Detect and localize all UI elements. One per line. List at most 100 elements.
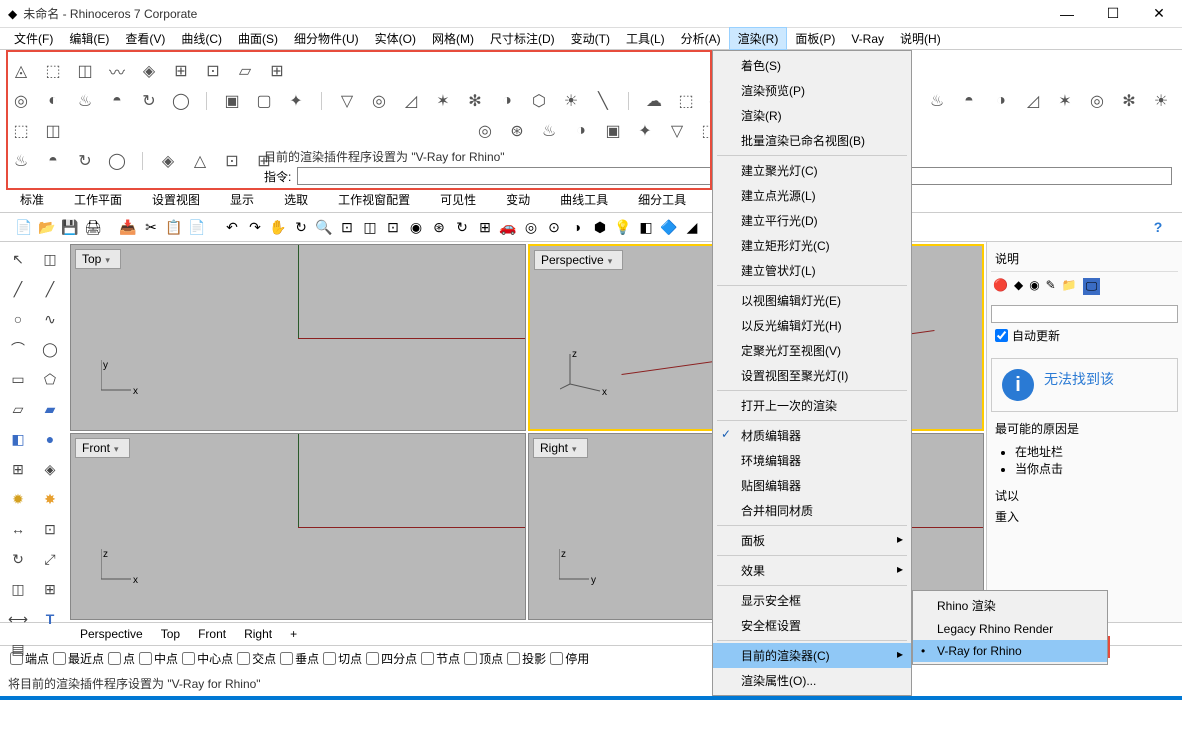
osnap-checkbox[interactable] xyxy=(237,652,250,665)
tool-icon[interactable]: ↻ xyxy=(74,150,96,172)
tool-icon[interactable]: ◉ xyxy=(406,217,426,237)
tool-icon[interactable]: ⊞ xyxy=(170,60,192,82)
menu-transform[interactable]: 变动(T) xyxy=(563,28,618,49)
osnap-checkbox[interactable] xyxy=(280,652,293,665)
tool-icon[interactable]: ⬢ xyxy=(590,217,610,237)
vtab-right[interactable]: Right xyxy=(244,627,272,641)
tool-icon[interactable]: ▱ xyxy=(234,60,256,82)
vtab-top[interactable]: Top xyxy=(161,627,180,641)
menu-item[interactable]: 贴图编辑器 xyxy=(713,473,911,498)
menu-item[interactable]: 渲染属性(O)... xyxy=(713,668,911,693)
tool-icon[interactable]: ⊡ xyxy=(383,217,403,237)
menu-help[interactable]: 说明(H) xyxy=(892,28,949,49)
tool-icon[interactable]: ◓ xyxy=(958,90,980,112)
menu-item[interactable]: 打开上一次的渲染 xyxy=(713,393,911,418)
viewport-label[interactable]: Perspective xyxy=(534,250,623,270)
tool-icon[interactable]: 🚗 xyxy=(498,217,518,237)
osnap-checkbox[interactable] xyxy=(366,652,379,665)
tool-icon[interactable]: ╲ xyxy=(592,90,614,112)
tool-icon[interactable]: ⬚ xyxy=(42,60,64,82)
tool-icon[interactable]: ◓ xyxy=(42,150,64,172)
tool-icon[interactable]: ◿ xyxy=(1022,90,1044,112)
tool-icon[interactable]: ↻ xyxy=(138,90,160,112)
mirror-icon[interactable]: ◫ xyxy=(4,576,32,602)
menu-item[interactable]: 安全框设置 xyxy=(713,613,911,638)
tab-transform[interactable]: 变动 xyxy=(506,191,530,212)
osnap-item[interactable]: 中点 xyxy=(139,650,178,667)
tool-icon[interactable]: ▽ xyxy=(336,90,358,112)
box-icon[interactable]: ▰ xyxy=(36,396,64,422)
tool-icon[interactable]: ◧ xyxy=(636,217,656,237)
folder-icon[interactable]: 📁 xyxy=(1062,278,1077,295)
osnap-item[interactable]: 中心点 xyxy=(182,650,233,667)
tool-icon[interactable]: △ xyxy=(189,150,211,172)
osnap-checkbox[interactable] xyxy=(108,652,121,665)
tool-icon[interactable]: ♨ xyxy=(538,120,560,142)
gear-icon[interactable]: ✹ xyxy=(4,486,32,512)
submenu-item[interactable]: Legacy Rhino Render xyxy=(913,618,1107,640)
vtab-add[interactable]: + xyxy=(290,627,297,641)
tab-visibility[interactable]: 可见性 xyxy=(440,191,476,212)
osnap-item[interactable]: 垂点 xyxy=(280,650,319,667)
tool-icon[interactable]: ▽ xyxy=(666,120,688,142)
menu-view[interactable]: 查看(V) xyxy=(117,28,173,49)
osnap-checkbox[interactable] xyxy=(421,652,434,665)
osnap-item[interactable]: 投影 xyxy=(507,650,546,667)
tool-icon[interactable]: ◑ xyxy=(990,90,1012,112)
scale-icon[interactable]: ⤢ xyxy=(36,546,64,572)
submenu-item[interactable]: V-Ray for Rhino xyxy=(913,640,1107,662)
tool-icon[interactable]: ◢ xyxy=(682,217,702,237)
osnap-item[interactable]: 最近点 xyxy=(53,650,104,667)
tool-icon[interactable]: ✦ xyxy=(285,90,307,112)
osnap-checkbox[interactable] xyxy=(323,652,336,665)
menu-render[interactable]: 渲染(R) xyxy=(729,27,788,50)
osnap-item[interactable]: 交点 xyxy=(237,650,276,667)
menu-item[interactable]: 环境编辑器 xyxy=(713,448,911,473)
print-icon[interactable]: 🖨 xyxy=(83,217,103,237)
circle-icon[interactable]: ○ xyxy=(4,306,32,332)
tool-icon[interactable]: ◫ xyxy=(42,120,64,142)
tool-icon[interactable]: ✶ xyxy=(1054,90,1076,112)
menu-item[interactable]: 建立管状灯(L) xyxy=(713,258,911,283)
menu-item[interactable]: 建立点光源(L) xyxy=(713,183,911,208)
rotate-icon[interactable]: ↻ xyxy=(4,546,32,572)
tool-icon[interactable]: ◈ xyxy=(138,60,160,82)
tool-icon[interactable]: ◎ xyxy=(521,217,541,237)
zoom-window-icon[interactable]: ◫ xyxy=(360,217,380,237)
viewport-label[interactable]: Front xyxy=(75,438,130,458)
zoom-icon[interactable]: 🔍 xyxy=(314,217,334,237)
pointer-icon[interactable]: ↖ xyxy=(4,246,32,272)
tab-subdtools[interactable]: 细分工具 xyxy=(638,191,686,212)
vtab-perspective[interactable]: Perspective xyxy=(80,627,143,641)
ellipse-icon[interactable]: ◯ xyxy=(36,336,64,362)
menu-analyze[interactable]: 分析(A) xyxy=(673,28,729,49)
tool-icon[interactable]: ↻ xyxy=(452,217,472,237)
osnap-item[interactable]: 切点 xyxy=(323,650,362,667)
open-icon[interactable]: 📂 xyxy=(37,217,57,237)
submenu-item[interactable]: Rhino 渲染 xyxy=(913,593,1107,618)
menu-item[interactable]: 设置视图至聚光灯(I) xyxy=(713,363,911,388)
polyline-icon[interactable]: ╱ xyxy=(36,276,64,302)
copy-icon[interactable]: 📋 xyxy=(164,217,184,237)
osnap-item[interactable]: 节点 xyxy=(421,650,460,667)
copy-icon[interactable]: ⊡ xyxy=(36,516,64,542)
render-icon[interactable]: 🔷 xyxy=(659,217,679,237)
pan-icon[interactable]: ✋ xyxy=(268,217,288,237)
brush-icon[interactable]: ✎ xyxy=(1046,278,1056,295)
tool-icon[interactable]: ◎ xyxy=(474,120,496,142)
line-icon[interactable]: ╱ xyxy=(4,276,32,302)
tool-icon[interactable]: ▢ xyxy=(253,90,275,112)
vtab-front[interactable]: Front xyxy=(198,627,226,641)
tab-display[interactable]: 显示 xyxy=(230,191,254,212)
tab-setview[interactable]: 设置视图 xyxy=(152,191,200,212)
paste-icon[interactable]: 📄 xyxy=(187,217,207,237)
surface-icon[interactable]: ▱ xyxy=(4,396,32,422)
save-icon[interactable]: 💾 xyxy=(60,217,80,237)
tool-icon[interactable]: ◐ xyxy=(42,90,64,112)
osnap-item[interactable]: 顶点 xyxy=(464,650,503,667)
array-icon[interactable]: ⊞ xyxy=(36,576,64,602)
tool-icon[interactable]: ◫ xyxy=(74,60,96,82)
menu-item[interactable]: 建立聚光灯(C) xyxy=(713,158,911,183)
close-button[interactable]: ✕ xyxy=(1136,0,1182,28)
menu-vray[interactable]: V-Ray xyxy=(843,30,892,48)
